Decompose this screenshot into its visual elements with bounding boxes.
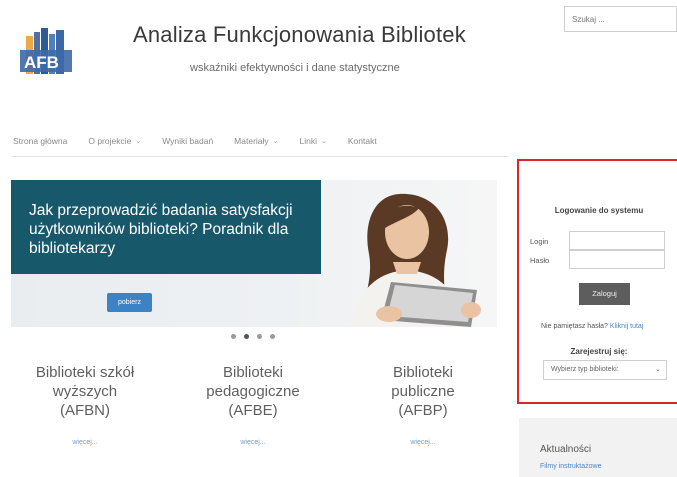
chevron-down-icon: ⌄	[321, 138, 327, 145]
chevron-down-icon: ⌄	[135, 138, 142, 145]
nav-item-materials[interactable]: Materiały ⌄	[234, 134, 278, 148]
category-more-link[interactable]: więcej...	[363, 433, 483, 452]
password-label: Hasło	[530, 256, 550, 265]
site-title[interactable]: Analiza Funkcjonowania Bibliotek	[133, 22, 466, 48]
forgot-password: Nie pamiętasz hasła? Kliknij tutaj	[541, 323, 643, 330]
category-title-line: (AFBN)	[60, 402, 110, 419]
category-title-line: Biblioteki	[392, 364, 454, 381]
news-panel: Aktualności Filmy instruktażowe	[519, 418, 677, 477]
main-nav: Strona główna O projekcie ⌄ Wyniki badań…	[13, 134, 398, 148]
register-title: Zarejestruj się:	[570, 347, 628, 356]
login-label: Login	[530, 237, 549, 246]
hero-slider[interactable]: Jak przeprowadzić badania satysfakcji uż…	[11, 180, 497, 327]
category-afbp: Biblioteki publiczne (AFBP) więcej...	[363, 363, 483, 452]
category-more-link[interactable]: więcej...	[25, 433, 145, 452]
news-title: Aktualności	[540, 444, 592, 455]
slider-dot[interactable]	[231, 334, 236, 339]
nav-item-about[interactable]: O projekcie ⌄	[88, 134, 141, 148]
category-title-line: Biblioteki szkół	[35, 364, 135, 381]
library-type-select-value: Wybierz typ biblioteki:	[551, 366, 619, 373]
nav-label: Wyniki badań	[162, 136, 214, 146]
login-panel: Logowanie do systemu Login Hasło Zaloguj…	[517, 159, 677, 404]
forgot-password-text: Nie pamiętasz hasła?	[541, 323, 608, 330]
nav-label: Kontakt	[347, 136, 377, 146]
slider-dot[interactable]	[270, 334, 275, 339]
nav-label: Linki	[299, 136, 318, 146]
nav-label: Strona główna	[13, 136, 68, 146]
nav-divider	[11, 156, 509, 157]
nav-item-links[interactable]: Linki ⌄	[300, 134, 327, 148]
login-input[interactable]	[569, 231, 665, 250]
site-subtitle: wskaźniki efektywności i dane statystycz…	[190, 62, 400, 74]
nav-item-contact[interactable]: Kontakt	[348, 134, 377, 148]
slide-headline: Jak przeprowadzić badania satysfakcji uż…	[29, 202, 293, 257]
category-more-link[interactable]: więcej...	[193, 433, 313, 452]
slider-dot-active[interactable]	[244, 334, 249, 339]
slider-dot[interactable]	[257, 334, 262, 339]
category-title-line: publiczne	[391, 383, 455, 400]
password-input[interactable]	[569, 250, 665, 269]
chevron-down-icon: ⌄	[272, 138, 279, 145]
category-afbn: Biblioteki szkół wyższych (AFBN) więcej.…	[25, 363, 145, 452]
chevron-down-icon: ⌄	[655, 366, 661, 373]
afb-logo-icon: AFB	[20, 28, 72, 74]
search-input[interactable]	[564, 6, 677, 32]
category-afbe: Biblioteki pedagogiczne (AFBE) więcej...	[193, 363, 313, 452]
site-logo[interactable]: AFB	[20, 22, 72, 74]
category-title-line: wyższych	[52, 383, 118, 400]
logo-lettering: AFB	[24, 53, 59, 72]
category-title-line: (AFBE)	[228, 402, 278, 419]
login-button[interactable]: Zaloguj	[579, 283, 630, 305]
category-title-line: pedagogiczne	[206, 383, 300, 400]
slide-headline-banner: Jak przeprowadzić badania satysfakcji uż…	[11, 180, 321, 274]
nav-label: Materiały	[234, 136, 269, 146]
download-button[interactable]: pobierz	[107, 293, 152, 312]
forgot-password-link[interactable]: Kliknij tutaj	[610, 323, 643, 330]
nav-item-home[interactable]: Strona główna	[13, 134, 67, 148]
news-link[interactable]: Filmy instruktażowe	[540, 463, 601, 470]
nav-label: O projekcie	[88, 136, 132, 146]
login-title: Logowanie do systemu	[554, 206, 644, 215]
library-type-select[interactable]: Wybierz typ biblioteki: ⌄	[543, 360, 667, 380]
category-title-line: (AFBP)	[398, 402, 448, 419]
nav-item-results[interactable]: Wyniki badań	[162, 134, 213, 148]
slider-pagination	[231, 334, 283, 339]
category-title-line: Biblioteki	[222, 364, 284, 381]
